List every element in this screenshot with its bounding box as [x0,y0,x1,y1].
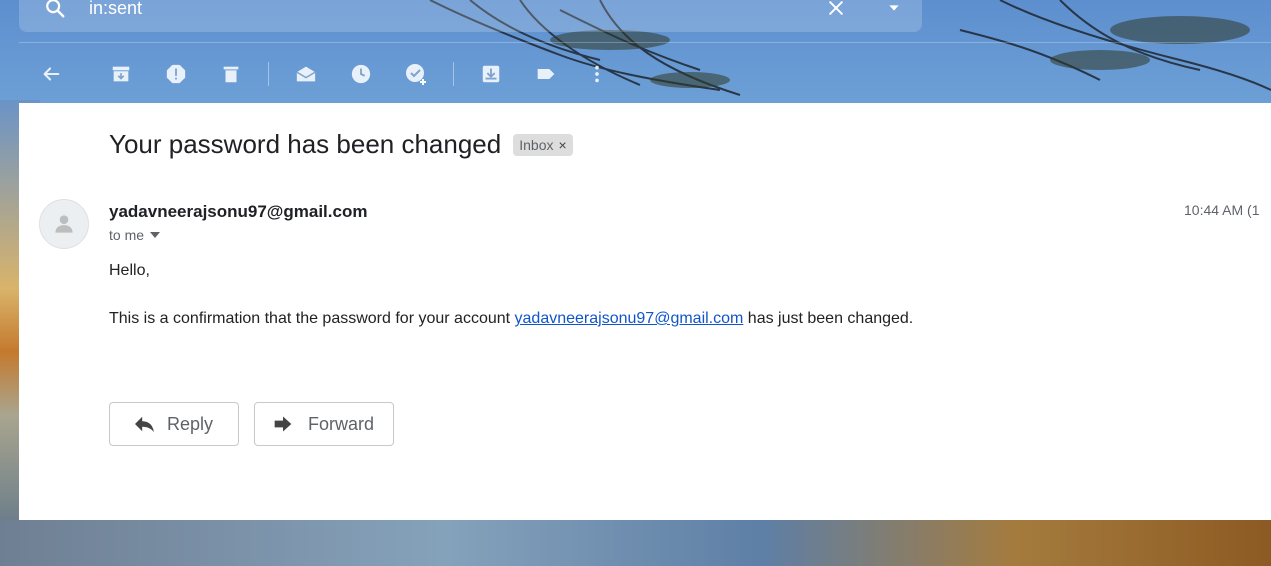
sender-email[interactable]: yadavneerajsonu97@gmail.com [109,202,367,222]
snooze-icon[interactable] [348,61,374,87]
label-icon[interactable] [533,61,559,87]
recipient-label: to me [109,227,145,243]
remove-label-icon[interactable]: × [558,137,566,153]
forward-button[interactable]: Forward [254,402,394,446]
email-view: Your password has been changed Inbox × y… [19,103,1271,520]
clear-search-icon[interactable] [824,0,848,20]
more-vert-icon[interactable] [584,61,610,87]
email-body: This is a confirmation that the password… [109,310,913,328]
search-input[interactable] [89,0,729,19]
toolbar-divider [19,42,1271,43]
chevron-down-icon[interactable] [150,232,161,238]
search-bar[interactable] [19,0,922,32]
body-text-suffix: has just been changed. [743,310,914,327]
search-options-dropdown-icon[interactable] [882,0,906,20]
label-chip-text: Inbox [519,136,554,153]
inbox-label-chip[interactable]: Inbox × [513,133,573,156]
body-text-prefix: This is a confirmation that the password… [109,310,515,327]
account-email-link[interactable]: yadavneerajsonu97@gmail.com [515,310,744,327]
person-icon [55,215,73,233]
email-greeting: Hello, [109,262,150,279]
mark-unread-icon[interactable] [293,61,319,87]
subject-row: Your password has been changed Inbox × [109,129,573,160]
email-timestamp: 10:44 AM (1 [1184,202,1260,218]
background-landscape-bottom [0,520,1271,566]
message-toolbar [0,56,1271,90]
reply-label: Reply [167,413,214,434]
avatar[interactable] [39,199,89,249]
move-to-icon[interactable] [478,61,504,87]
recipient-details[interactable]: to me [109,227,161,243]
report-spam-icon[interactable] [163,61,189,87]
archive-icon[interactable] [108,61,134,87]
forward-label: Forward [308,413,375,434]
delete-icon[interactable] [218,61,244,87]
search-icon[interactable] [43,0,67,20]
forward-icon [272,413,294,435]
back-arrow-icon[interactable] [38,61,64,87]
toolbar-separator [453,62,454,86]
toolbar-separator [268,62,269,86]
reply-icon [133,413,155,435]
add-task-icon[interactable] [403,61,429,87]
email-subject: Your password has been changed [109,129,502,159]
reply-button[interactable]: Reply [109,402,239,446]
